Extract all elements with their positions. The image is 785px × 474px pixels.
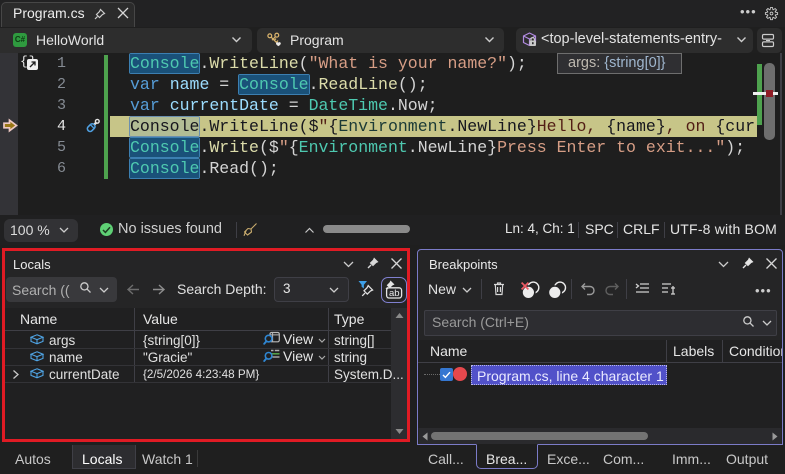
svg-text:ab: ab bbox=[389, 288, 400, 299]
